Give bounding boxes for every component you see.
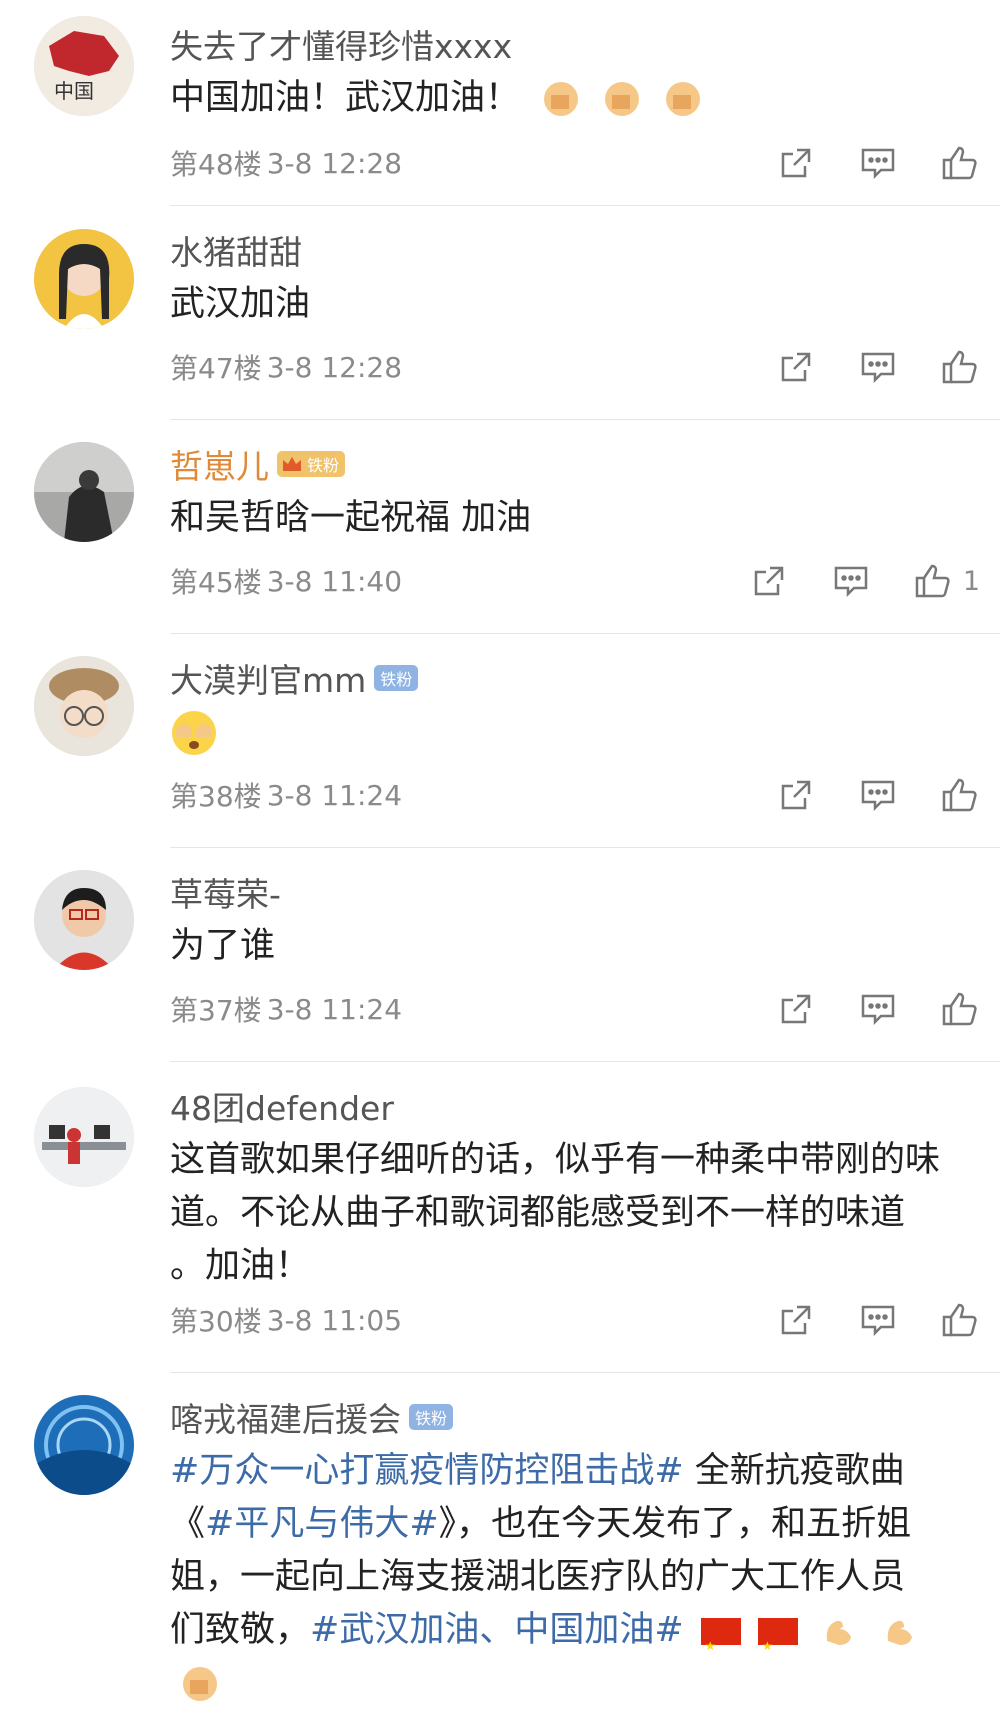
floor-number: 第38楼 — [170, 780, 262, 813]
hashtag-link[interactable]: #万众一心打赢疫情防控阻击战# — [170, 1451, 684, 1491]
avatar[interactable] — [34, 442, 134, 542]
comment-icon[interactable] — [858, 775, 898, 815]
timestamp: 3-8 12:28 — [266, 350, 403, 384]
fist-emoji-icon — [605, 82, 640, 116]
muscle-emoji-icon — [887, 1620, 913, 1645]
comment-item: 大漠判官mm 铁粉 第38楼 3-8 11:24 — [34, 634, 1000, 848]
username[interactable]: 草莓荣- — [170, 868, 281, 916]
cover-eyes-emoji-icon — [172, 711, 216, 755]
share-icon[interactable] — [776, 143, 816, 183]
comment-text: 和吴哲晗一起祝福 加油 — [170, 498, 532, 538]
timestamp: 3-8 12:28 — [266, 146, 403, 180]
comment-item: 喀戎福建后援会 铁粉 #万众一心打赢疫情防控阻击战# 全新抗疫歌曲《#平凡与伟大… — [34, 1373, 1000, 1701]
floor-number: 第48楼 — [170, 148, 262, 181]
avatar[interactable]: 中国 — [34, 16, 134, 116]
comment-text: 为了谁 — [170, 926, 276, 966]
comment-item: 中国 失去了才懂得珍惜xxxx 中国加油！武汉加油！ 第48楼 3-8 12:2… — [34, 0, 1000, 206]
username[interactable]: 水猪甜甜 — [170, 226, 302, 274]
floor-number: 第30楼 — [170, 1305, 262, 1338]
comment-text: 中国加油！武汉加油！ — [170, 72, 960, 125]
china-flag-icon — [757, 1617, 798, 1673]
like-icon[interactable] — [940, 989, 980, 1029]
comment-text: 这首歌如果仔细听的话，似乎有一种柔中带刚的味道。不论从曲子和歌词都能感受到不一样… — [170, 1140, 941, 1286]
floor-number: 第37楼 — [170, 994, 262, 1027]
username[interactable]: 哲崽儿 — [170, 440, 269, 488]
timestamp: 3-8 11:24 — [266, 992, 403, 1026]
comment-icon[interactable] — [858, 989, 898, 1029]
comment-icon[interactable] — [831, 561, 871, 601]
like-icon[interactable] — [940, 775, 980, 815]
share-icon[interactable] — [776, 989, 816, 1029]
comment-icon[interactable] — [858, 143, 898, 183]
svg-text:中国: 中国 — [54, 79, 94, 103]
muscle-emoji-icon — [826, 1620, 852, 1645]
like-icon[interactable] — [913, 561, 953, 601]
timestamp: 3-8 11:40 — [266, 564, 403, 598]
china-flag-icon — [700, 1617, 741, 1673]
comment-text — [170, 706, 960, 759]
fist-emoji-icon — [666, 82, 701, 116]
username[interactable]: 48团defender — [170, 1082, 394, 1130]
like-icon[interactable] — [940, 1300, 980, 1340]
comment-item: 哲崽儿 铁粉 和吴哲晗一起祝福 加油 第45楼 3-8 11:40 1 — [34, 420, 1000, 634]
fist-emoji-icon — [544, 82, 579, 116]
avatar[interactable] — [34, 229, 134, 329]
fan-badge: 铁粉 — [374, 665, 419, 691]
username[interactable]: 失去了才懂得珍惜xxxx — [170, 20, 512, 68]
avatar[interactable] — [34, 1087, 134, 1187]
comment-text: 武汉加油 — [170, 284, 311, 324]
comment-icon[interactable] — [858, 1300, 898, 1340]
avatar[interactable] — [34, 656, 134, 756]
like-icon[interactable] — [940, 143, 980, 183]
hashtag-link[interactable]: #武汉加油、中国加油# — [310, 1610, 684, 1650]
comment-item: 草莓荣- 为了谁 第37楼 3-8 11:24 — [34, 848, 1000, 1062]
username[interactable]: 大漠判官mm — [170, 654, 366, 702]
crown-icon — [283, 457, 301, 471]
comment-item: 48团defender 这首歌如果仔细听的话，似乎有一种柔中带刚的味道。不论从曲… — [34, 1062, 1000, 1373]
username[interactable]: 喀戎福建后援会 — [170, 1393, 401, 1441]
comment-item: 水猪甜甜 武汉加油 第47楼 3-8 12:28 — [34, 206, 1000, 420]
share-icon[interactable] — [776, 347, 816, 387]
comment-icon[interactable] — [858, 347, 898, 387]
share-icon[interactable] — [776, 775, 816, 815]
fan-badge: 铁粉 — [409, 1404, 454, 1430]
avatar[interactable] — [34, 870, 134, 970]
fist-emoji-icon — [183, 1667, 217, 1701]
timestamp: 3-8 11:24 — [266, 778, 403, 812]
floor-number: 第47楼 — [170, 352, 262, 385]
comment-text: #万众一心打赢疫情防控阻击战# 全新抗疫歌曲《#平凡与伟大#》，也在今天发布了，… — [170, 1445, 930, 1710]
like-icon[interactable] — [940, 347, 980, 387]
like-count: 1 — [962, 565, 980, 597]
fan-badge: 铁粉 — [277, 451, 346, 477]
timestamp: 3-8 11:05 — [266, 1303, 403, 1337]
share-icon[interactable] — [749, 561, 789, 601]
share-icon[interactable] — [776, 1300, 816, 1340]
floor-number: 第45楼 — [170, 566, 262, 599]
avatar[interactable] — [34, 1395, 134, 1495]
hashtag-link[interactable]: #平凡与伟大# — [205, 1504, 439, 1544]
